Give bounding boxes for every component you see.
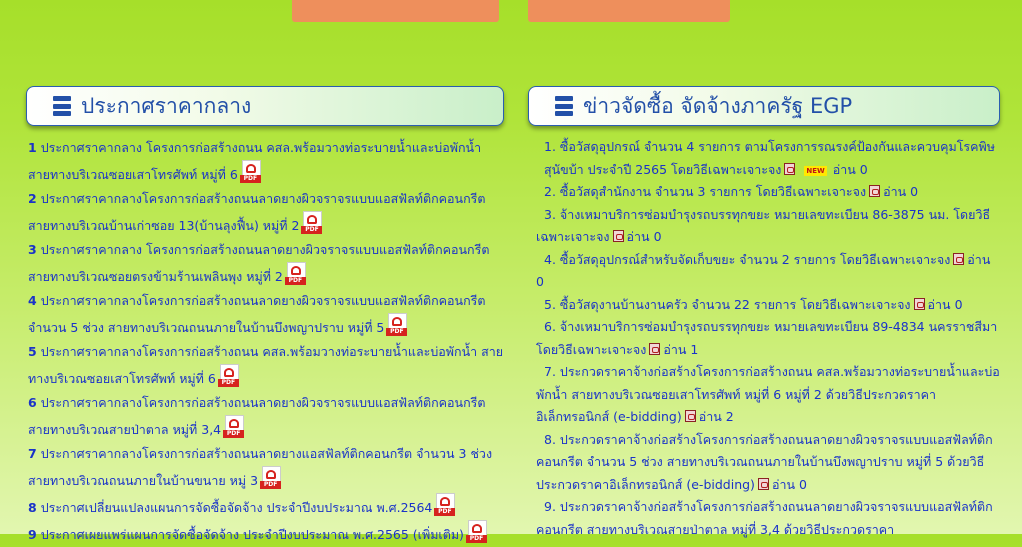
egp-news-item[interactable]: 9. ประกวดราคาจ้างก่อสร้างโครงการก่อสร้าง…	[536, 496, 1000, 541]
pdf-document-icon[interactable]	[684, 410, 696, 422]
read-count: อ่าน 2	[698, 409, 734, 424]
price-announcement-item[interactable]: 7 ประกาศราคากลางโครงการก่อสร้างถนนลาดยาง…	[28, 442, 504, 493]
top-menu-button-left[interactable]	[292, 0, 499, 22]
item-link[interactable]: ประกาศเปลี่ยนแปลงแผนการจัดซื้อจัดจ้าง ปร…	[41, 500, 433, 515]
egp-item-link[interactable]: 5. ซื้อวัสดุงานบ้านงานครัว จำนวน 22 รายก…	[544, 297, 911, 312]
pdf-document-icon[interactable]	[612, 230, 624, 242]
pdf-label: PDF	[217, 379, 239, 387]
pdf-icon[interactable]: PDF	[223, 415, 245, 438]
pdf-document-icon[interactable]	[953, 252, 965, 265]
egp-item-link[interactable]: 7. ประกวดราคาจ้างก่อสร้างโครงการก่อสร้าง…	[536, 364, 1000, 424]
pdf-document-icon[interactable]	[784, 162, 796, 175]
read-count: อ่าน 0	[883, 184, 919, 199]
pdf-icon[interactable]: PDF	[301, 211, 323, 234]
price-announcement-title: ประกาศราคากลาง	[81, 93, 252, 118]
egp-news-item[interactable]: 6. จ้างเหมาบริการซ่อมบำรุงรถบรรทุกขยะ หม…	[536, 316, 1000, 361]
item-number: 5	[28, 344, 37, 359]
list-icon	[555, 96, 573, 116]
read-count: อ่าน 0	[927, 296, 963, 312]
list-icon	[53, 96, 71, 116]
item-number: 3	[28, 242, 37, 257]
egp-item-link[interactable]: 4. ซื้อวัสดุอุปกรณ์สำหรับจัดเก็บขยะ จำนว…	[544, 252, 950, 267]
pdf-label: PDF	[260, 481, 282, 489]
egp-item-link[interactable]: 3. จ้างเหมาบริการซ่อมบำรุงรถบรรทุกขยะ หม…	[536, 207, 990, 245]
item-number: 6	[28, 395, 37, 410]
item-link[interactable]: ประกาศราคากลางโครงการก่อสร้างถนน คสล.พร้…	[28, 344, 503, 386]
egp-news-item[interactable]: 8. ประกวดราคาจ้างก่อสร้างโครงการก่อสร้าง…	[536, 429, 1000, 497]
read-count: อ่าน 0	[771, 476, 807, 492]
pdf-icon[interactable]: PDF	[465, 520, 487, 543]
price-announcement-item[interactable]: 3 ประกาศราคากลาง โครงการก่อสร้างถนนลาดยา…	[28, 238, 504, 289]
new-badge: NEW	[804, 165, 827, 176]
egp-news-item[interactable]: 1. ซื้อวัสดุอุปกรณ์ จำนวน 4 รายการ ตามโค…	[536, 136, 1000, 181]
egp-item-link[interactable]: 1. ซื้อวัสดุอุปกรณ์ จำนวน 4 รายการ ตามโค…	[544, 139, 995, 177]
price-announcement-header: ประกาศราคากลาง	[26, 86, 504, 126]
item-number: 1	[28, 140, 37, 155]
egp-news-item[interactable]: 2. ซื้อวัสดุสำนักงาน จำนวน 3 รายการ โดยว…	[536, 181, 1000, 204]
price-announcement-item[interactable]: 5 ประกาศราคากลางโครงการก่อสร้างถนน คสล.พ…	[28, 340, 504, 391]
egp-news-panel: ข่าวจัดซื้อ จัดจ้างภาครัฐ EGP 1. ซื้อวัส…	[528, 86, 1000, 541]
pdf-document-icon[interactable]	[913, 297, 925, 310]
pdf-icon[interactable]: PDF	[239, 160, 261, 183]
pdf-document-icon[interactable]	[649, 342, 661, 355]
pdf-label: PDF	[386, 328, 408, 336]
price-announcement-item[interactable]: 2 ประกาศราคากลางโครงการก่อสร้างถนนลาดยาง…	[28, 187, 504, 238]
egp-news-header: ข่าวจัดซื้อ จัดจ้างภาครัฐ EGP	[528, 86, 1000, 126]
pdf-document-icon[interactable]	[757, 477, 769, 490]
egp-news-list: 1. ซื้อวัสดุอุปกรณ์ จำนวน 4 รายการ ตามโค…	[528, 136, 1000, 541]
pdf-label: PDF	[223, 430, 245, 438]
item-number: 2	[28, 191, 37, 206]
item-number: 4	[28, 293, 37, 308]
pdf-label: PDF	[284, 277, 306, 285]
price-announcement-panel: ประกาศราคากลาง 1 ประกาศราคากลาง โครงการก…	[26, 86, 504, 547]
pdf-label: PDF	[239, 175, 261, 183]
price-announcement-item[interactable]: 8 ประกาศเปลี่ยนแปลงแผนการจัดซื้อจัดจ้าง …	[28, 493, 504, 520]
pdf-icon[interactable]: PDF	[434, 493, 456, 516]
egp-news-item[interactable]: 5. ซื้อวัสดุงานบ้านงานครัว จำนวน 22 รายก…	[536, 294, 1000, 317]
price-announcement-list: 1 ประกาศราคากลาง โครงการก่อสร้างถนน คสล.…	[26, 136, 504, 547]
item-number: 8	[28, 500, 37, 515]
item-link[interactable]: ประกาศราคากลาง โครงการก่อสร้างถนนลาดยางผ…	[28, 242, 489, 284]
item-number: 9	[28, 527, 37, 542]
pdf-label: PDF	[301, 226, 323, 234]
pdf-document-icon[interactable]	[869, 185, 881, 197]
item-link[interactable]: ประกาศราคากลางโครงการก่อสร้างถนนลาดยางผิ…	[28, 191, 485, 233]
price-announcement-item[interactable]: 6 ประกาศราคากลางโครงการก่อสร้างถนนลาดยาง…	[28, 391, 504, 442]
item-link[interactable]: ประกาศเผยแพร่แผนการจัดซื้อจัดจ้าง ประจำป…	[41, 527, 464, 542]
egp-news-item[interactable]: 7. ประกวดราคาจ้างก่อสร้างโครงการก่อสร้าง…	[536, 361, 1000, 429]
price-announcement-item[interactable]: 1 ประกาศราคากลาง โครงการก่อสร้างถนน คสล.…	[28, 136, 504, 187]
top-menu-button-right[interactable]	[528, 0, 730, 22]
read-count: อ่าน 0	[832, 161, 868, 177]
read-count: อ่าน 0	[626, 229, 662, 244]
pdf-icon[interactable]: PDF	[260, 466, 282, 489]
item-link[interactable]: ประกาศราคากลางโครงการก่อสร้างถนนลาดยางผิ…	[28, 293, 485, 335]
price-announcement-item[interactable]: 4 ประกาศราคากลางโครงการก่อสร้างถนนลาดยาง…	[28, 289, 504, 340]
read-count: อ่าน 1	[663, 341, 699, 357]
item-number: 7	[28, 446, 37, 461]
egp-news-item[interactable]: 3. จ้างเหมาบริการซ่อมบำรุงรถบรรทุกขยะ หม…	[536, 204, 1000, 249]
pdf-label: PDF	[434, 508, 456, 516]
pdf-icon[interactable]: PDF	[386, 313, 408, 336]
item-link[interactable]: ประกาศราคากลางโครงการก่อสร้างถนนลาดยางผิ…	[28, 395, 485, 437]
pdf-icon[interactable]: PDF	[284, 262, 306, 285]
egp-news-title: ข่าวจัดซื้อ จัดจ้างภาครัฐ EGP	[583, 93, 853, 118]
pdf-label: PDF	[465, 535, 487, 543]
egp-item-link[interactable]: 9. ประกวดราคาจ้างก่อสร้างโครงการก่อสร้าง…	[536, 499, 993, 537]
egp-item-link[interactable]: 2. ซื้อวัสดุสำนักงาน จำนวน 3 รายการ โดยว…	[544, 184, 866, 199]
pdf-icon[interactable]: PDF	[217, 364, 239, 387]
egp-item-link[interactable]: 6. จ้างเหมาบริการซ่อมบำรุงรถบรรทุกขยะ หม…	[536, 319, 997, 357]
egp-news-item[interactable]: 4. ซื้อวัสดุอุปกรณ์สำหรับจัดเก็บขยะ จำนว…	[536, 249, 1000, 294]
